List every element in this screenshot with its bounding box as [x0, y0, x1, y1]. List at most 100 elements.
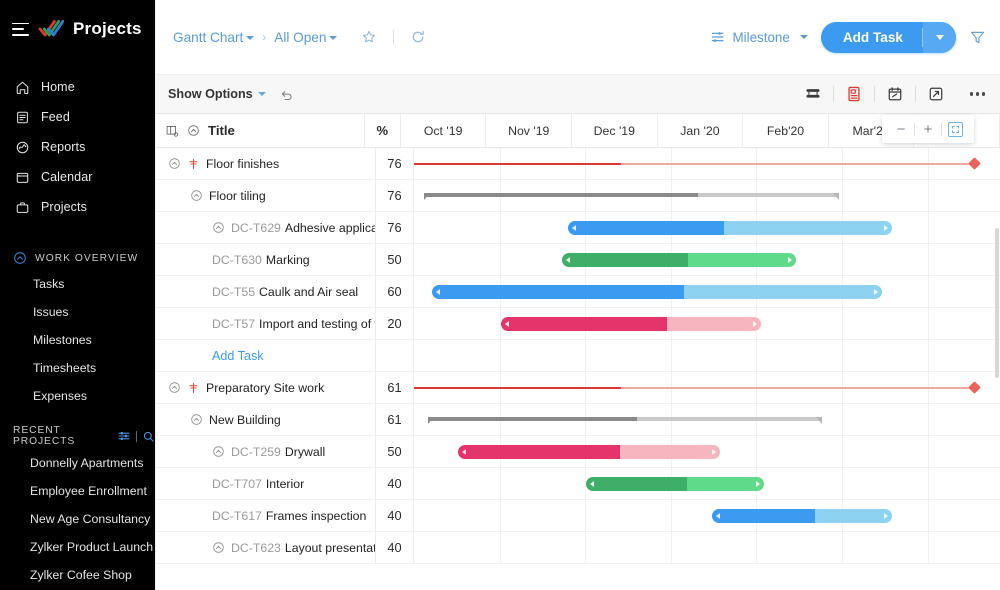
chevron-up-circle-icon[interactable] — [212, 445, 225, 458]
bar-handle-left[interactable] — [716, 513, 720, 519]
table-row[interactable]: Add Task — [156, 340, 1000, 372]
table-row[interactable]: Preparatory Site work 61 — [156, 372, 1000, 404]
bar-handle-left[interactable] — [505, 321, 509, 327]
bar-handle-left[interactable] — [572, 225, 576, 231]
task-bar[interactable] — [562, 253, 796, 267]
bar-handle-left[interactable] — [462, 449, 466, 455]
task-bar[interactable] — [458, 445, 720, 459]
table-row[interactable]: DC-T630 Marking 50 — [156, 244, 1000, 276]
task-bar[interactable] — [712, 509, 892, 523]
bar-handle-left[interactable] — [436, 289, 440, 295]
sidebar-item-home[interactable]: Home — [0, 72, 155, 102]
sidebar-item-expenses[interactable]: Expenses — [0, 382, 155, 410]
chevron-up-circle-icon[interactable] — [168, 381, 181, 394]
row-timeline-cell[interactable] — [414, 436, 1000, 467]
bar-handle-right[interactable] — [712, 449, 716, 455]
calendar-check-icon[interactable] — [886, 85, 904, 103]
sidebar-item-milestones[interactable]: Milestones — [0, 326, 155, 354]
bar-handle-right[interactable] — [884, 513, 888, 519]
row-timeline-cell[interactable] — [414, 276, 1000, 307]
bar-handle-left[interactable] — [566, 257, 570, 263]
row-timeline-cell[interactable] — [414, 308, 1000, 339]
task-bar[interactable] — [586, 477, 764, 491]
table-row[interactable]: Floor finishes 76 — [156, 148, 1000, 180]
table-row[interactable]: New Building 61 — [156, 404, 1000, 436]
group-summary-bar[interactable] — [424, 193, 839, 200]
row-timeline-cell[interactable] — [414, 532, 1000, 563]
sliders-icon[interactable] — [117, 429, 131, 443]
table-row[interactable]: DC-T57Import and testing of woo..20 — [156, 308, 1000, 340]
bar-handle-right[interactable] — [753, 321, 757, 327]
chevron-up-circle-icon[interactable] — [212, 221, 225, 234]
zoom-in-button[interactable]: + — [915, 116, 941, 142]
scrollbar-thumb[interactable] — [995, 228, 999, 378]
group-summary-bar[interactable] — [428, 417, 822, 424]
bar-handle-right[interactable] — [756, 481, 760, 487]
hamburger-icon[interactable] — [12, 22, 29, 36]
row-timeline-cell[interactable] — [414, 500, 1000, 531]
pdf-export-icon[interactable] — [845, 85, 863, 103]
table-row[interactable]: DC-T629Adhesive application76 — [156, 212, 1000, 244]
sidebar-item-tasks[interactable]: Tasks — [0, 270, 155, 298]
chevron-up-circle-icon[interactable] — [168, 157, 181, 170]
task-bar[interactable] — [568, 221, 892, 235]
table-row[interactable]: DC-T707 Interior 40 — [156, 468, 1000, 500]
row-timeline-cell[interactable] — [414, 212, 1000, 243]
vertical-scrollbar[interactable] — [994, 228, 1000, 590]
table-row[interactable]: DC-T259 Drywall 50 — [156, 436, 1000, 468]
sidebar-item-feed[interactable]: Feed — [0, 102, 155, 132]
collapse-all-icon[interactable] — [187, 124, 200, 137]
sidebar-item-timesheets[interactable]: Timesheets — [0, 354, 155, 382]
milestone-marker[interactable] — [968, 381, 981, 394]
star-icon[interactable] — [361, 29, 377, 45]
milestone-selector[interactable]: Milestone — [710, 29, 808, 45]
search-icon[interactable] — [142, 430, 155, 443]
row-timeline-cell[interactable] — [414, 148, 1000, 179]
ellipsis-icon[interactable] — [970, 92, 985, 96]
show-options-button[interactable]: Show Options — [168, 87, 266, 101]
breadcrumb-gantt-chart[interactable]: Gantt Chart — [173, 30, 255, 45]
milestone-summary-line[interactable] — [414, 387, 974, 389]
bar-handle-right[interactable] — [788, 257, 792, 263]
task-bar[interactable] — [501, 317, 761, 331]
fit-to-screen-button[interactable] — [942, 116, 968, 142]
task-bar[interactable] — [432, 285, 882, 299]
sidebar-item-reports[interactable]: Reports — [0, 132, 155, 162]
recent-project-item[interactable]: Zylker Product Launch — [0, 533, 155, 561]
add-task-dropdown[interactable] — [923, 21, 956, 53]
recent-project-item[interactable]: Zylker Cofee Shop — [0, 561, 155, 589]
bar-handle-right[interactable] — [874, 289, 878, 295]
chevron-up-circle-icon[interactable] — [190, 189, 203, 202]
zoom-out-button[interactable]: − — [888, 116, 914, 142]
sidebar-item-projects[interactable]: Projects — [0, 192, 155, 222]
recent-project-item[interactable]: New Age Consultancy — [0, 505, 155, 533]
row-timeline-cell[interactable] — [414, 244, 1000, 275]
add-task-row-link[interactable]: Add Task — [212, 349, 264, 363]
recent-project-item[interactable]: Employee Enrollment — [0, 477, 155, 505]
breadcrumb-all-open[interactable]: All Open — [274, 30, 338, 45]
funnel-icon[interactable] — [969, 29, 986, 46]
milestone-marker[interactable] — [968, 157, 981, 170]
undo-icon[interactable] — [279, 87, 294, 102]
bar-handle-right[interactable] — [884, 225, 888, 231]
work-overview-header[interactable]: WORK OVERVIEW — [0, 246, 155, 270]
table-row[interactable]: DC-T617 Frames inspection 40 — [156, 500, 1000, 532]
table-row[interactable]: DC-T55 Caulk and Air seal 60 — [156, 276, 1000, 308]
row-timeline-cell[interactable] — [414, 340, 1000, 371]
recent-project-item[interactable]: Donnelly Apartments — [0, 449, 155, 477]
chevron-up-circle-icon[interactable] — [190, 413, 203, 426]
expand-icon[interactable] — [927, 85, 945, 103]
milestone-summary-line[interactable] — [414, 163, 974, 165]
table-row[interactable]: DC-T623Layout presentation40 — [156, 532, 1000, 564]
chevron-up-circle-icon[interactable] — [212, 541, 225, 554]
row-timeline-cell[interactable] — [414, 404, 1000, 435]
add-task-button[interactable]: Add Task — [820, 21, 956, 53]
layers-icon[interactable] — [804, 85, 822, 103]
bar-handle-left[interactable] — [590, 481, 594, 487]
table-row[interactable]: Floor tiling 76 — [156, 180, 1000, 212]
row-timeline-cell[interactable] — [414, 372, 1000, 403]
sidebar-item-calendar[interactable]: Calendar — [0, 162, 155, 192]
refresh-icon[interactable] — [410, 29, 426, 45]
sidebar-item-issues[interactable]: Issues — [0, 298, 155, 326]
column-settings-icon[interactable] — [165, 124, 179, 138]
